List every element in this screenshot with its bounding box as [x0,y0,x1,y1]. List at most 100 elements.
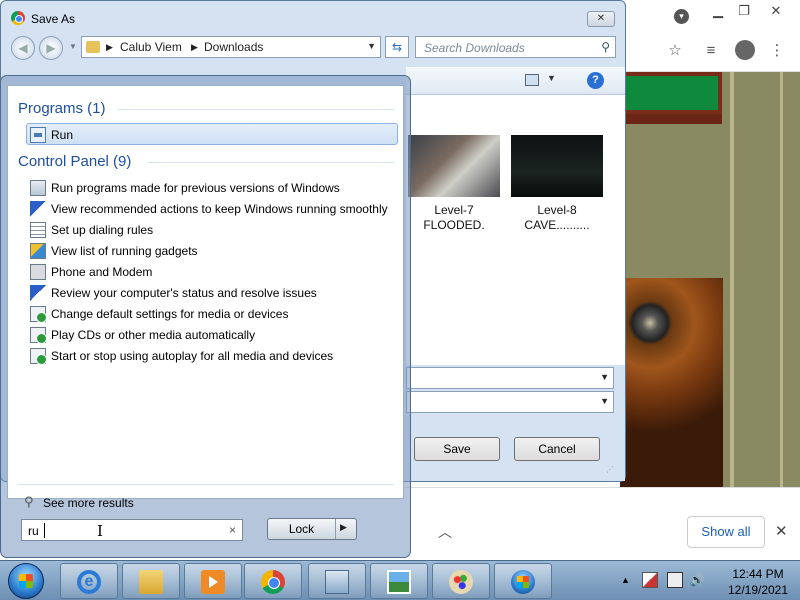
search-icon[interactable]: ⚲ [601,40,610,54]
gadgets-icon [30,243,46,259]
dialing-rules-icon [30,222,46,238]
result-control-panel[interactable]: View recommended actions to keep Windows… [30,199,402,219]
internet-explorer-icon: e [77,570,101,594]
result-label: Change default settings for media or dev… [51,307,289,321]
close-downloads-bar-button[interactable]: ✕ [775,522,788,540]
dialog-close-button[interactable]: ✕ [587,11,615,27]
start-button[interactable] [8,563,44,599]
search-results-panel: Programs (1) Run Control Panel (9) Run p… [7,85,404,510]
see-more-label: See more results [43,496,134,510]
refresh-button[interactable]: ⇆ [385,36,409,58]
dialog-titlebar[interactable]: Save As ✕ [1,1,625,35]
show-hidden-icons-button[interactable]: ▲ [621,575,630,585]
control-panel-icon [325,570,349,594]
clear-search-button[interactable]: × [229,523,236,537]
result-control-panel[interactable]: View list of running gadgets [30,241,402,261]
result-control-panel[interactable]: Review your computer's status and resolv… [30,283,402,303]
windows-explorer-icon [139,570,163,594]
search-value: ru [28,524,39,538]
taskbar-media-player[interactable] [184,563,242,599]
result-control-panel[interactable]: Run programs made for previous versions … [30,178,402,198]
page-stripe [780,72,783,487]
search-placeholder: Search Downloads [424,41,525,55]
result-control-panel[interactable]: Start or stop using autoplay for all med… [30,346,402,366]
menu-kebab-icon[interactable]: ⋮ [766,40,788,62]
file-thumbnail[interactable] [408,135,500,197]
recent-pages-dropdown[interactable]: ▼ [69,42,77,51]
chevron-down-icon[interactable]: ▼ [600,396,609,406]
result-control-panel[interactable]: Phone and Modem [30,262,402,282]
change-view-icon[interactable] [525,74,539,86]
autoplay-icon [30,348,47,365]
search-icon: ⚲ [24,494,34,509]
tab-search-icon[interactable]: ▾ [674,9,689,24]
address-bar[interactable]: ▶ Calub Viem ▶ Downloads ▼ [81,36,381,58]
lock-label[interactable]: Lock [268,519,336,539]
chevron-up-icon[interactable]: ︿ [438,522,452,542]
bookmark-star-icon[interactable]: ☆ [664,40,686,62]
result-control-panel[interactable]: Set up dialing rules [30,220,402,240]
file-name-line: CAVE.......... [524,218,590,232]
chrome-icon [261,570,285,594]
breadcrumb-item[interactable]: Downloads [204,40,263,54]
page-eye-image [620,278,723,488]
forward-button[interactable]: ▶ [39,36,63,60]
taskbar-chrome[interactable] [244,563,302,599]
network-tray-icon[interactable] [667,572,683,588]
save-as-type-select[interactable]: ▼ [406,391,614,413]
result-label: Phone and Modem [51,265,153,279]
clock-date[interactable]: 12/19/2021 [720,583,796,597]
dialog-footer: ▼ ▼ Save Cancel ⋰ [406,365,625,481]
mouse-ibeam-cursor-icon: I [97,522,103,540]
file-label[interactable]: Level-8 CAVE.......... [511,203,603,233]
save-button[interactable]: Save [414,437,500,461]
lock-button[interactable]: Lock ▶ [267,518,357,540]
result-label: Run programs made for previous versions … [51,181,340,195]
clock-time[interactable]: 12:44 PM [720,567,796,581]
taskbar-control-panel[interactable] [308,563,366,599]
reading-list-icon[interactable]: ≡ [700,40,722,62]
profile-avatar[interactable] [735,40,755,60]
search-input[interactable]: Search Downloads ⚲ [415,36,616,58]
breadcrumb-separator[interactable]: ▶ [106,42,113,53]
start-menu: Programs (1) Run Control Panel (9) Run p… [0,75,411,558]
file-thumbnail[interactable] [511,135,603,197]
file-label[interactable]: Level-7 FLOODED. [408,203,500,233]
phone-modem-icon [30,264,46,280]
run-icon [30,127,46,143]
result-control-panel[interactable]: Change default settings for media or dev… [30,304,402,324]
result-label: Set up dialing rules [51,223,154,237]
action-center-tray-icon[interactable] [642,572,658,588]
result-label: Review your computer's status and resolv… [51,286,317,300]
restore-button[interactable]: ❐ [730,2,758,20]
programs-group-header: Programs (1) [18,100,106,117]
minimize-button[interactable]: ▁ [704,2,732,20]
taskbar-windows-explorer[interactable] [122,563,180,599]
show-all-button[interactable]: Show all [687,516,765,548]
page-stripe [730,72,734,487]
page-green-panel [620,72,722,114]
breadcrumb-separator[interactable]: ▶ [191,42,198,53]
file-name-field[interactable]: ▼ [406,367,614,389]
help-icon[interactable]: ? [587,72,604,89]
taskbar-paint[interactable] [432,563,490,599]
address-dropdown-icon[interactable]: ▼ [367,41,376,51]
taskbar-photo-viewer[interactable] [370,563,428,599]
volume-tray-icon[interactable]: 🔊 [689,572,705,588]
result-control-panel[interactable]: Play CDs or other media automatically [30,325,402,345]
result-run-item[interactable]: Run [30,125,402,145]
view-options-dropdown-icon[interactable]: ▼ [547,73,556,83]
cancel-button[interactable]: Cancel [514,437,600,461]
start-search-input[interactable]: ru × [21,519,243,541]
close-window-button[interactable]: ✕ [762,2,790,20]
action-center-flag-icon [30,201,46,217]
back-button[interactable]: ◀ [11,36,35,60]
breadcrumb-item[interactable]: Calub Viem [120,40,182,54]
downloads-bar: ︿ Show all ✕ [405,487,800,560]
resize-grip-icon[interactable]: ⋰ [606,465,614,474]
taskbar-windows[interactable] [494,563,552,599]
chevron-down-icon[interactable]: ▼ [600,372,609,382]
file-name-line: Level-8 [537,203,577,217]
taskbar-internet-explorer[interactable]: e [60,563,118,599]
power-options-arrow-icon[interactable]: ▶ [340,522,347,533]
